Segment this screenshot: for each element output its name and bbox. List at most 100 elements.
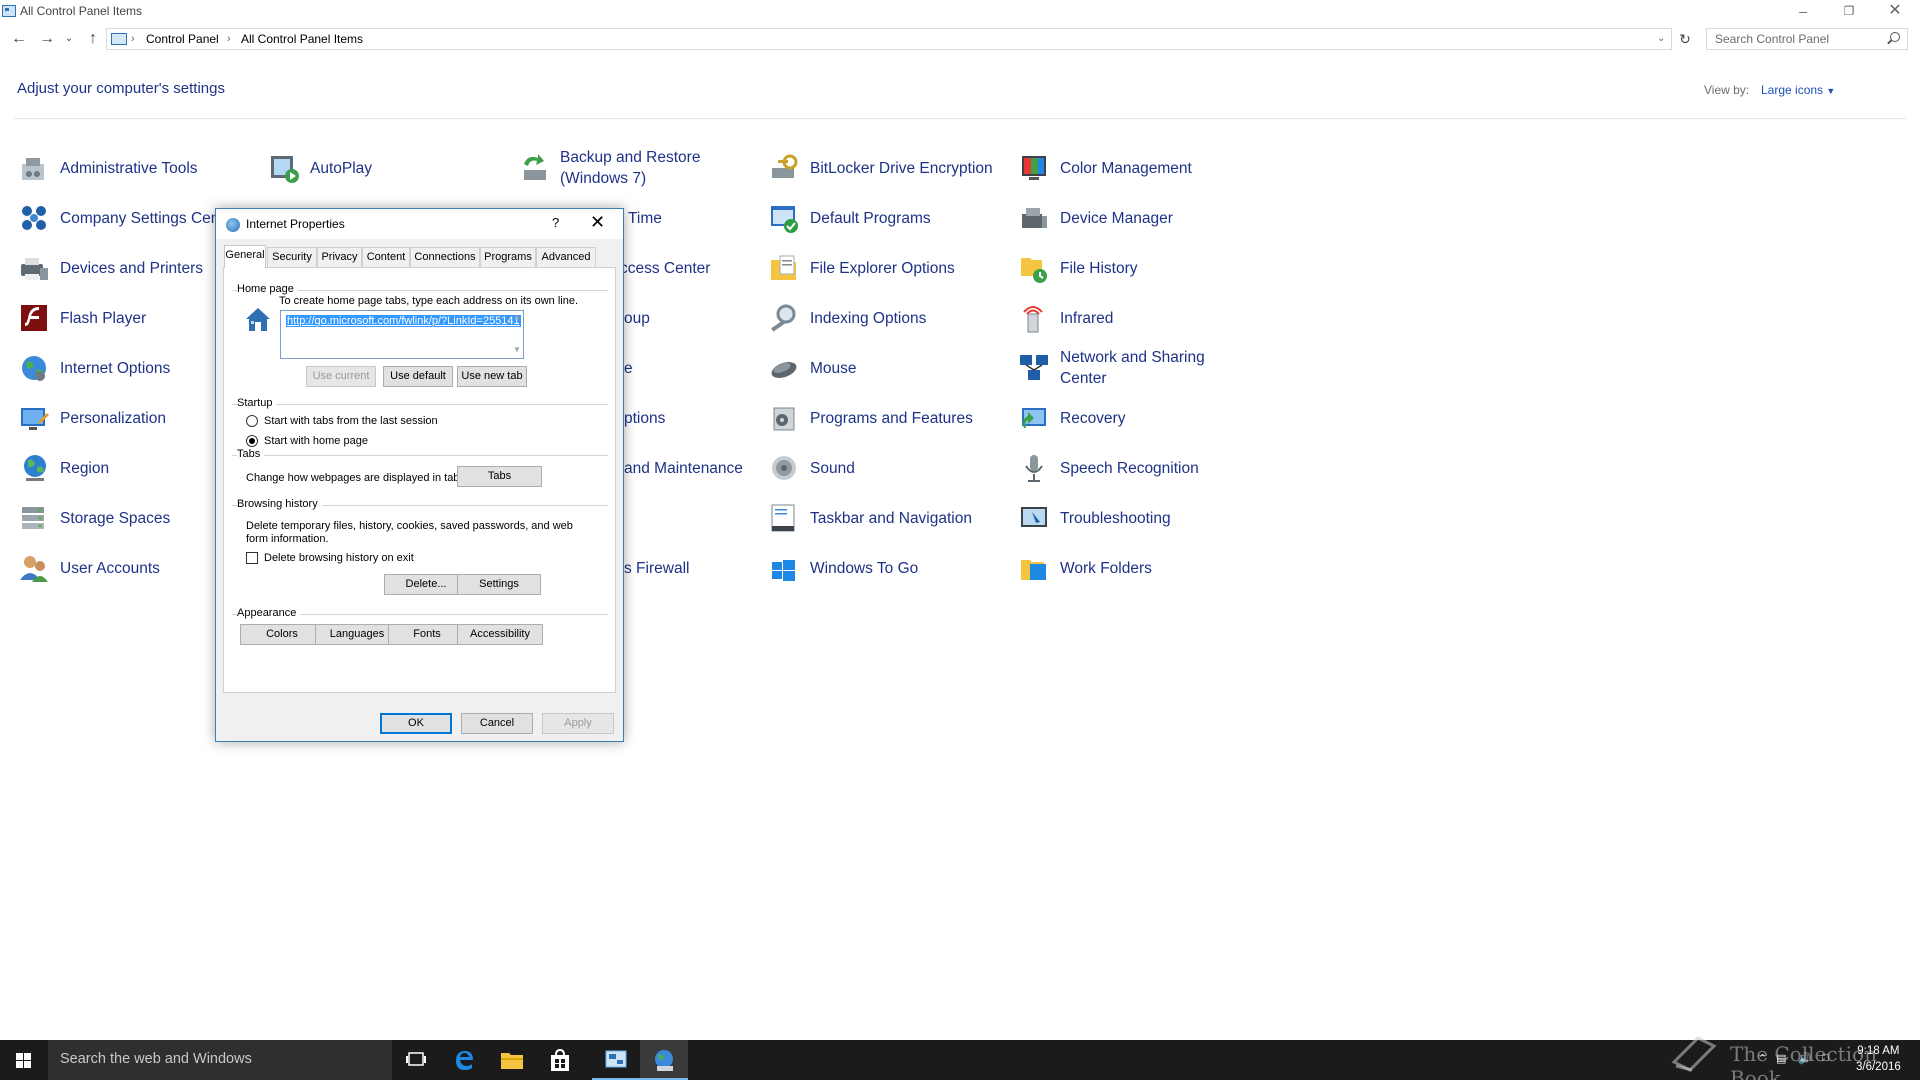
delete-history-button[interactable]: Delete...	[384, 574, 468, 595]
cp-item-backup-and-restore[interactable]: Backup and Restore (Windows 7)	[518, 147, 738, 189]
cp-item-homegroup[interactable]: oup	[624, 297, 704, 339]
start-button[interactable]	[0, 1040, 48, 1080]
use-current-button[interactable]: Use current	[306, 366, 376, 387]
back-arrow-icon[interactable]: ←	[8, 28, 30, 50]
tab-general[interactable]: General	[224, 245, 266, 268]
dialog-close-icon[interactable]: ✕	[590, 212, 605, 233]
taskbar-search-box[interactable]: Search the web and Windows	[48, 1040, 392, 1080]
task-view-button[interactable]	[392, 1040, 440, 1080]
use-new-tab-button[interactable]: Use new tab	[457, 366, 527, 387]
close-button[interactable]: ✕	[1872, 0, 1918, 24]
cp-item-windows-to-go[interactable]: Windows To Go	[768, 547, 1008, 589]
folder-options-icon	[771, 255, 796, 280]
url-scrollbar[interactable]: ▲ ▼	[511, 311, 523, 358]
cp-item-language[interactable]: e	[624, 347, 664, 389]
home-page-url-field[interactable]: http://go.microsoft.com/fwlink/p/?LinkId…	[280, 310, 524, 359]
store-taskbar-button[interactable]	[536, 1040, 584, 1080]
cp-item-autoplay[interactable]: AutoPlay	[268, 147, 508, 189]
startup-last-session-radio[interactable]	[246, 415, 258, 427]
breadcrumb-all-items[interactable]: All Control Panel Items	[241, 29, 363, 49]
accessibility-button[interactable]: Accessibility	[457, 624, 543, 645]
cp-item-infrared[interactable]: Infrared	[1018, 297, 1258, 339]
tabs-group-rule	[232, 455, 608, 456]
help-button[interactable]: ?	[552, 215, 559, 230]
control-panel-taskbar-button[interactable]	[592, 1040, 640, 1080]
printer-icon	[21, 258, 48, 280]
colors-button[interactable]: Colors	[240, 624, 324, 645]
cp-item-work-folders[interactable]: Work Folders	[1018, 547, 1258, 589]
tabs-button[interactable]: Tabs	[457, 466, 542, 487]
cp-item-recovery[interactable]: Recovery	[1018, 397, 1258, 439]
languages-button[interactable]: Languages	[315, 624, 399, 645]
recent-locations-chevron-icon[interactable]: ⌄	[62, 28, 76, 50]
restore-button[interactable]: ❐	[1826, 0, 1872, 24]
cp-item-default-programs[interactable]: Default Programs	[768, 197, 1008, 239]
breadcrumb-separator-icon: ›	[227, 33, 231, 45]
window-title: All Control Panel Items	[20, 4, 143, 18]
cp-item-programs-and-features[interactable]: Programs and Features	[768, 397, 1008, 439]
minimize-button[interactable]: –	[1780, 0, 1826, 24]
cp-item-taskbar-and-navigation[interactable]: Taskbar and Navigation	[768, 497, 1008, 539]
cp-item-windows-firewall[interactable]: s Firewall	[624, 547, 704, 589]
view-by-dropdown[interactable]: Large icons ▼	[1761, 83, 1835, 97]
search-input[interactable]: Search Control Panel	[1706, 28, 1908, 50]
ok-button[interactable]: OK	[380, 713, 452, 734]
cp-item-speech-recognition[interactable]: Speech Recognition	[1018, 447, 1258, 489]
file-history-icon	[1021, 258, 1047, 283]
address-bar[interactable]: › Control Panel › All Control Panel Item…	[106, 28, 1672, 50]
cp-item-color-management[interactable]: Color Management	[1018, 147, 1258, 189]
cp-item-network-and-sharing-center[interactable]: Network and Sharing Center	[1018, 347, 1258, 389]
tab-advanced[interactable]: Advanced	[536, 247, 596, 267]
programs-features-icon	[773, 407, 795, 431]
device-manager-icon	[1022, 208, 1047, 228]
administrative-tools-icon	[22, 158, 44, 180]
delete-history-on-exit-checkbox[interactable]	[246, 552, 258, 564]
store-bag-icon	[551, 1049, 569, 1071]
cp-item-power-options[interactable]: ptions	[624, 397, 704, 439]
watermark-book-icon	[1671, 1036, 1717, 1072]
fonts-button[interactable]: Fonts	[388, 624, 466, 645]
startup-home-page-radio[interactable]	[246, 435, 258, 447]
tab-connections[interactable]: Connections	[410, 247, 480, 267]
refresh-icon[interactable]: ↻	[1674, 28, 1696, 50]
internet-properties-taskbar-button[interactable]	[640, 1040, 688, 1080]
storage-spaces-icon	[22, 507, 44, 529]
up-arrow-icon[interactable]: ↑	[82, 28, 104, 50]
use-default-button[interactable]: Use default	[383, 366, 453, 387]
cp-item-sound[interactable]: Sound	[768, 447, 1008, 489]
cp-item-bitlocker-drive-encryption[interactable]: BitLocker Drive Encryption	[768, 147, 1008, 189]
heading-divider	[14, 118, 1906, 119]
cp-item-file-history[interactable]: File History	[1018, 247, 1258, 289]
appearance-group-title: Appearance	[237, 607, 301, 619]
breadcrumb-control-panel[interactable]: Control Panel	[146, 29, 219, 49]
cp-item-administrative-tools[interactable]: Administrative Tools	[18, 147, 258, 189]
cp-item-security-and-maintenance[interactable]: and Maintenance	[624, 447, 764, 489]
cp-item-date-and-time[interactable]: Time	[628, 197, 708, 239]
file-explorer-taskbar-button[interactable]	[488, 1040, 536, 1080]
history-settings-button[interactable]: Settings	[457, 574, 541, 595]
task-view-icon	[406, 1052, 426, 1066]
cp-item-company-settings-center[interactable]: Company Settings Center	[18, 197, 218, 239]
forward-arrow-icon[interactable]: →	[36, 28, 58, 50]
cp-item-mouse[interactable]: Mouse	[768, 347, 1008, 389]
internet-options-globe-icon	[226, 218, 240, 232]
internet-options-globe-icon	[22, 356, 46, 381]
personalization-icon	[21, 408, 49, 430]
search-button[interactable]	[1886, 28, 1906, 50]
apply-button[interactable]: Apply	[542, 713, 614, 734]
edge-taskbar-button[interactable]	[440, 1040, 488, 1080]
cp-item-device-manager[interactable]: Device Manager	[1018, 197, 1258, 239]
breadcrumb-separator-icon: ›	[131, 33, 135, 45]
cp-item-ease-of-access-center[interactable]: ccess Center	[620, 247, 740, 289]
tab-programs[interactable]: Programs	[480, 247, 536, 267]
tab-content[interactable]: Content	[362, 247, 410, 267]
edge-icon	[456, 1051, 473, 1070]
tab-privacy[interactable]: Privacy	[317, 247, 362, 267]
cancel-button[interactable]: Cancel	[461, 713, 533, 734]
cp-item-troubleshooting[interactable]: Troubleshooting	[1018, 497, 1258, 539]
mouse-icon	[771, 362, 797, 378]
tab-security[interactable]: Security	[267, 247, 317, 267]
cp-item-indexing-options[interactable]: Indexing Options	[768, 297, 1008, 339]
cp-item-file-explorer-options[interactable]: File Explorer Options	[768, 247, 1008, 289]
address-dropdown-chevron-icon[interactable]: ⌄	[1657, 29, 1665, 49]
